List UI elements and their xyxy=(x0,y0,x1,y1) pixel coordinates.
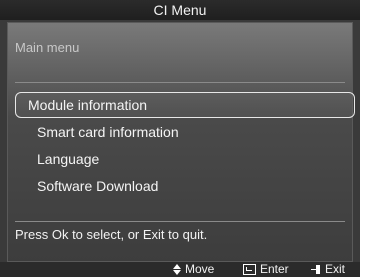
enter-label: Enter xyxy=(260,262,289,276)
menu-item-module-information[interactable]: Module information xyxy=(15,92,355,118)
footer-exit: Exit xyxy=(311,262,345,277)
exit-label: Exit xyxy=(325,262,346,276)
top-divider xyxy=(15,82,345,83)
main-menu-panel: Main menu Module information Smart card … xyxy=(7,22,355,262)
enter-icon xyxy=(243,264,256,275)
window-title: CI Menu xyxy=(0,0,360,20)
section-title: Main menu xyxy=(15,40,80,55)
exit-icon xyxy=(311,265,321,274)
footer-bar: Move Enter Exit xyxy=(0,262,360,277)
footer-enter: Enter xyxy=(243,262,289,277)
menu-item-smart-card-information[interactable]: Smart card information xyxy=(15,119,351,146)
up-down-arrows-icon xyxy=(173,264,181,275)
ci-menu-window: CI Menu Main menu Module information Sma… xyxy=(0,0,360,277)
menu-item-language[interactable]: Language xyxy=(15,146,351,173)
bottom-divider xyxy=(15,221,345,222)
move-label: Move xyxy=(185,262,215,276)
menu-list: Module information Smart card informatio… xyxy=(7,88,355,200)
menu-item-software-download[interactable]: Software Download xyxy=(15,173,351,200)
help-text: Press Ok to select, or Exit to quit. xyxy=(15,227,208,242)
footer-move: Move xyxy=(173,262,214,277)
